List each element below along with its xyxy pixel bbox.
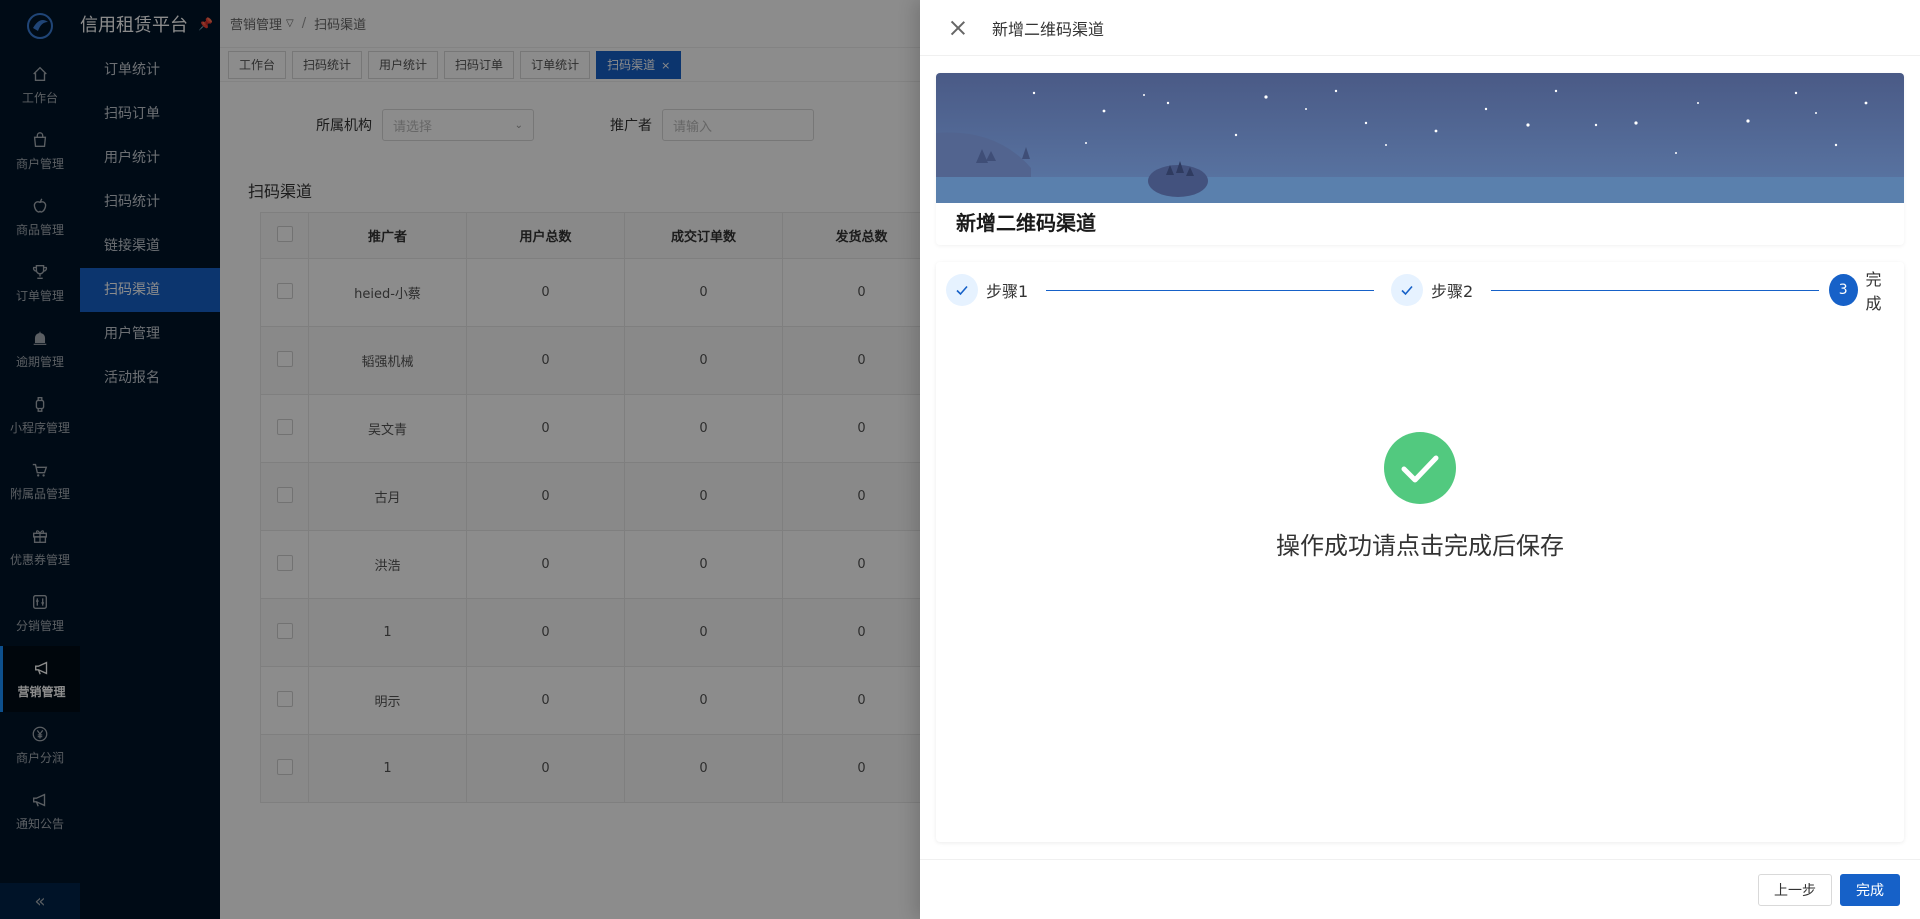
drawer-footer: 上一步 完成	[920, 859, 1920, 919]
finish-button[interactable]: 完成	[1840, 873, 1900, 906]
drawer: 新增二维码渠道 新增二维码渠道 步骤1 步骤2 3 完成 操作成功请点击完成后保…	[920, 0, 1920, 919]
steps: 步骤1 步骤2 3 完成	[946, 270, 1894, 313]
step-2-label: 步骤2	[1431, 282, 1474, 301]
banner-title: 新增二维码渠道	[956, 211, 1096, 235]
step-3-number: 3	[1829, 274, 1858, 306]
close-icon[interactable]	[950, 20, 966, 36]
steps-card: 步骤1 步骤2 3 完成 操作成功请点击完成后保存	[936, 262, 1904, 842]
drawer-header: 新增二维码渠道	[920, 0, 1920, 56]
step-connector	[1491, 290, 1819, 291]
prev-step-button[interactable]: 上一步	[1758, 873, 1832, 906]
success-check-icon	[1384, 432, 1456, 504]
step-3: 3 完成	[1829, 270, 1894, 313]
success-result: 操作成功请点击完成后保存	[936, 432, 1904, 561]
success-message: 操作成功请点击完成后保存	[1276, 532, 1564, 560]
banner: 新增二维码渠道	[936, 73, 1904, 245]
step-2-check	[1391, 274, 1423, 306]
check-icon	[956, 285, 968, 296]
step-1-check	[946, 274, 978, 306]
check-icon	[1401, 285, 1413, 296]
night-sky-illustration	[936, 73, 1904, 203]
step-2: 步骤2	[1391, 274, 1473, 306]
step-connector	[1046, 290, 1374, 291]
step-1-label: 步骤1	[986, 282, 1029, 301]
step-1: 步骤1	[946, 274, 1028, 306]
drawer-title: 新增二维码渠道	[992, 19, 1105, 39]
step-3-label: 完成	[1865, 270, 1882, 313]
